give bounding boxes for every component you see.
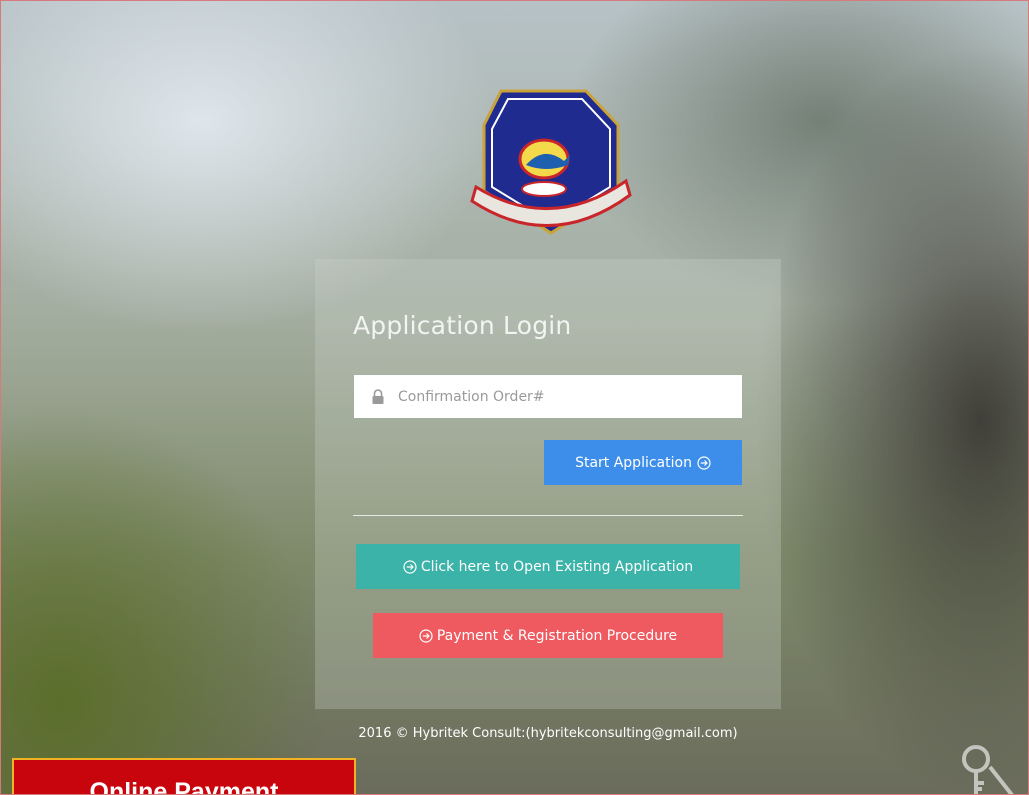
open-existing-application-button[interactable]: Click here to Open Existing Application: [356, 544, 740, 589]
login-panel: Application Login Start Application Clic…: [315, 259, 781, 709]
start-application-button[interactable]: Start Application: [544, 440, 742, 485]
confirmation-order-input[interactable]: [398, 375, 728, 418]
footer-copyright: 2016 © Hybritek Consult:(hybritekconsult…: [358, 726, 738, 741]
payment-procedure-label: Payment & Registration Procedure: [436, 627, 678, 644]
login-title: Application Login: [353, 311, 572, 340]
online-payment-label: Online Payment: [89, 778, 279, 795]
divider: [353, 515, 743, 516]
college-logo: [470, 89, 632, 235]
login-page: Application Login Start Application Clic…: [0, 0, 1029, 795]
circle-arrow-right-icon: [403, 559, 417, 574]
payment-procedure-button[interactable]: Payment & Registration Procedure: [373, 613, 723, 658]
online-payment-banner[interactable]: Online Payment: [12, 758, 356, 795]
circle-arrow-right-icon: [419, 628, 433, 643]
lock-icon: [372, 389, 384, 404]
keys-icon: [962, 745, 1014, 794]
open-existing-label: Click here to Open Existing Application: [420, 558, 694, 575]
confirmation-field[interactable]: [354, 375, 742, 418]
start-application-label: Start Application: [575, 454, 692, 471]
circle-arrow-right-icon: [697, 455, 711, 470]
